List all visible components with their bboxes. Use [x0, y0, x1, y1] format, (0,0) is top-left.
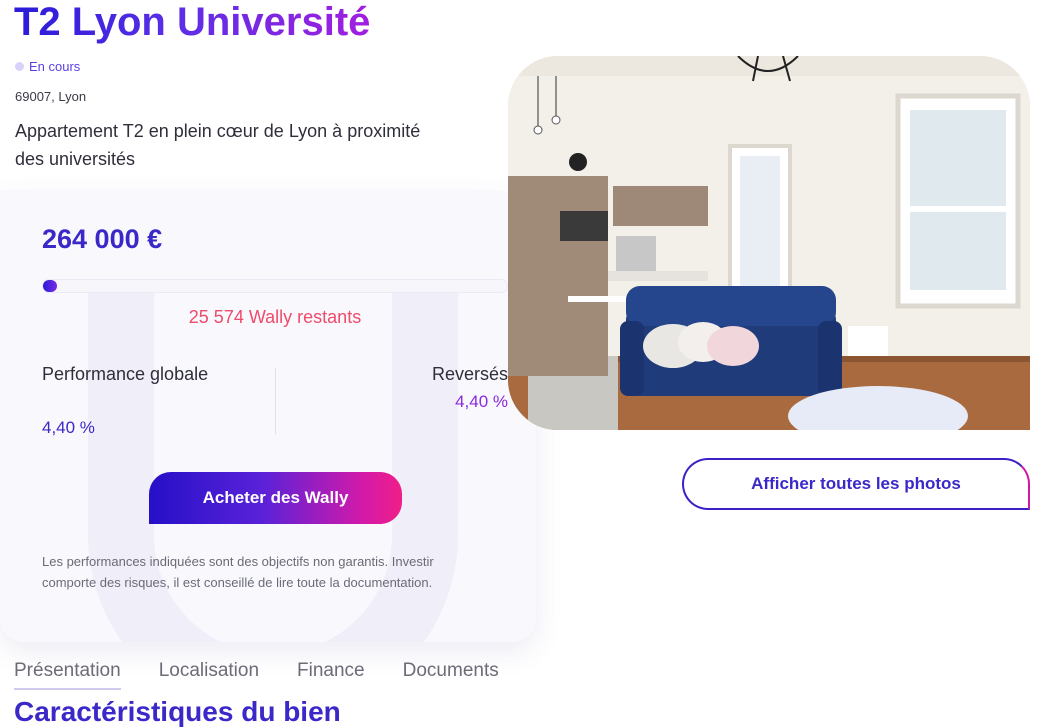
buy-wally-button[interactable]: Acheter des Wally: [149, 472, 402, 524]
performance-value: 4,40 %: [42, 418, 95, 437]
property-price: 264 000 €: [42, 224, 163, 254]
reverse-label: Reversés: [431, 364, 508, 384]
stats-divider: [275, 368, 276, 434]
section-title: Caractéristiques du bien: [14, 696, 341, 727]
status-dot-icon: [15, 62, 24, 71]
funding-progress-bar: [42, 279, 508, 293]
reverse-value: 4,40 %: [455, 392, 508, 411]
property-description: Appartement T2 en plein cœur de Lyon à p…: [15, 121, 421, 169]
investment-card: 264 000 € 25 574 Wally restants Performa…: [0, 190, 536, 642]
property-location: 69007, Lyon: [15, 89, 87, 104]
tab-finance[interactable]: Finance: [297, 660, 365, 690]
funding-progress-fill: [43, 280, 57, 292]
remaining-wally: 25 574 Wally restants: [188, 307, 362, 327]
property-photo[interactable]: [508, 56, 1030, 430]
tab-documents[interactable]: Documents: [403, 660, 499, 690]
show-all-photos-button[interactable]: Afficher toutes les photos: [682, 458, 1030, 510]
status-badge: En cours: [15, 59, 80, 74]
living-room-photo-illustration: [508, 56, 1030, 430]
status-label: En cours: [29, 59, 81, 74]
performance-label: Performance globale: [42, 364, 209, 384]
tab-presentation[interactable]: Présentation: [14, 660, 121, 690]
tab-localisation[interactable]: Localisation: [159, 660, 259, 690]
risk-disclaimer: Les performances indiquées sont des obje…: [42, 554, 434, 590]
property-tabs: Présentation Localisation Finance Docume…: [14, 660, 499, 690]
property-title: T2 Lyon Université: [14, 0, 371, 44]
